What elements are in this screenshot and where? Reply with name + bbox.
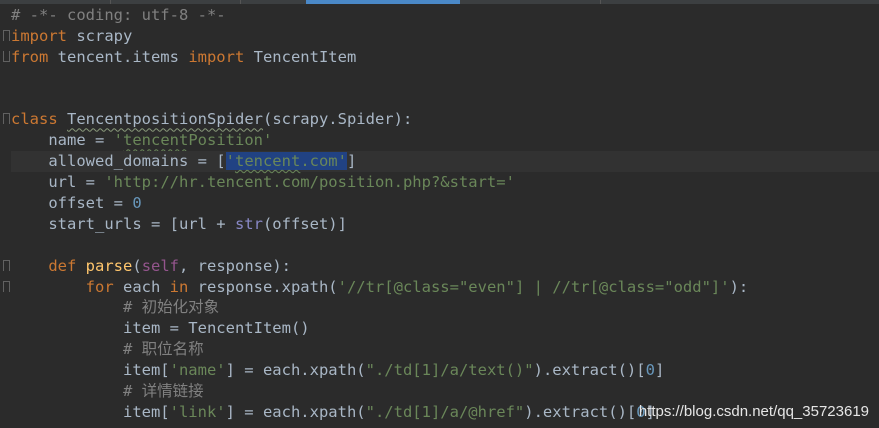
string: "./td[1]/a/text()" <box>365 361 534 380</box>
number: 0 <box>132 194 142 213</box>
comment: # 职位名称 <box>11 340 204 359</box>
keyword: class <box>11 110 58 129</box>
string: tencent <box>123 131 189 150</box>
string: ' <box>113 131 123 150</box>
code-text: allowed_domains = [ <box>11 152 226 171</box>
code-text: scrapy <box>67 26 133 45</box>
code-line-10: offset = 0 <box>11 193 879 214</box>
code-text: ).extract()[ <box>524 402 637 421</box>
keyword: import <box>11 26 67 45</box>
string: tencent <box>234 152 301 171</box>
code-text: ] <box>654 361 665 380</box>
code-text: ] <box>346 152 357 171</box>
keyword: def <box>48 256 77 275</box>
tab-separator <box>600 0 601 4</box>
function-name: parse <box>85 256 133 275</box>
class-name: TencentpositionSpider <box>67 110 263 129</box>
code-line-8: allowed_domains = ['tencent.com'] <box>11 151 879 173</box>
active-tab-indicator[interactable] <box>306 0 460 4</box>
string: 'name' <box>169 361 226 380</box>
code-text: item[ <box>11 402 170 421</box>
string: 'http://hr.tencent.com/position.php?&sta… <box>104 173 515 192</box>
code-line-1: # -*- coding: utf-8 -*- <box>11 5 879 26</box>
code-text: ): <box>729 277 749 296</box>
code-text: each <box>113 277 170 296</box>
code-line-6: class TencentpositionSpider(scrapy.Spide… <box>3 109 879 130</box>
code-line-13: def parse(self, response): <box>3 256 879 277</box>
comment: # 初始化对象 <box>11 298 220 317</box>
code-line-18: item['name'] = each.xpath("./td[1]/a/tex… <box>11 360 879 381</box>
string: '//tr[@class="even"] | //tr[@class="odd"… <box>337 277 730 296</box>
code-text: , response): <box>179 256 291 275</box>
keyword: import <box>188 47 245 66</box>
code-text: TencentItem <box>244 47 357 66</box>
code-text: (scrapy.Spider): <box>262 110 413 129</box>
code-text: ] = each.xpath( <box>225 402 366 421</box>
code-line-14: for each in response.xpath('//tr[@class=… <box>3 277 879 298</box>
code-editor[interactable]: # -*- coding: utf-8 -*- import scrapy fr… <box>0 0 879 428</box>
code-line-16: item = TencentItem() <box>11 318 879 339</box>
fold-marker-icon[interactable] <box>3 29 10 41</box>
string: .com' <box>300 152 347 171</box>
code-line-9: url = 'http://hr.tencent.com/position.ph… <box>11 172 879 193</box>
code-line-7: name = 'tencentPosition' <box>11 130 879 151</box>
string: "./td[1]/a/@href" <box>365 402 525 421</box>
string: 'link' <box>169 402 226 421</box>
code-text: url = <box>11 173 105 192</box>
editor-tab-strip <box>0 0 879 4</box>
watermark-url: https://blog.csdn.net/qq_35723619 <box>638 403 869 420</box>
code-lines[interactable]: # -*- coding: utf-8 -*- import scrapy fr… <box>3 5 879 423</box>
code-line-15: # 初始化对象 <box>11 297 879 318</box>
code-text: response.xpath( <box>188 277 338 296</box>
keyword: in <box>169 277 189 296</box>
fold-marker-icon[interactable] <box>3 50 10 62</box>
code-line-3: from tencent.items import TencentItem <box>3 47 879 68</box>
string: ' <box>262 131 273 150</box>
code-line-2: import scrapy <box>3 26 879 47</box>
comment: # 详情链接 <box>11 382 204 401</box>
tab-separator <box>110 0 111 4</box>
builtin: str <box>234 214 263 233</box>
keyword: from <box>11 47 49 66</box>
comment: # -*- coding: utf-8 -*- <box>11 6 226 24</box>
text-selection[interactable]: 'tencent.com' <box>225 152 347 171</box>
fold-marker-icon[interactable] <box>3 113 10 125</box>
code-text: start_urls = [url + <box>11 214 235 233</box>
tab-separator <box>240 0 241 4</box>
editor-gutter <box>0 4 9 428</box>
code-text: offset = <box>11 194 133 213</box>
fold-marker-icon[interactable] <box>3 280 10 292</box>
keyword: for <box>85 277 114 296</box>
number: 0 <box>645 361 655 380</box>
code-line-19: # 详情链接 <box>11 381 879 402</box>
self-param: self <box>141 256 180 275</box>
code-text: name = <box>11 131 114 150</box>
code-text: ( <box>132 256 142 275</box>
code-line-17: # 职位名称 <box>11 339 879 360</box>
code-text: tencent.items <box>48 47 189 66</box>
string: Position <box>188 131 263 150</box>
code-text: ] = each.xpath( <box>225 361 366 380</box>
string: ' <box>225 152 235 171</box>
code-text: item = TencentItem() <box>11 319 310 338</box>
code-text: (offset)] <box>262 214 347 233</box>
fold-marker-icon[interactable] <box>3 259 10 271</box>
code-text: ).extract()[ <box>533 361 646 380</box>
code-line-11: start_urls = [url + str(offset)] <box>11 214 879 235</box>
code-text: item[ <box>11 361 170 380</box>
